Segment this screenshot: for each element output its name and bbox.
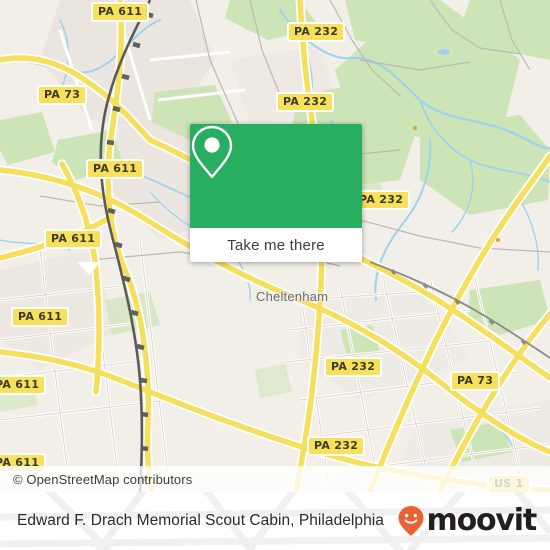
road-shield[interactable]: PA 232 (307, 436, 366, 456)
road-shield[interactable]: PA 611 (0, 375, 47, 395)
road-shield[interactable]: PA 611 (91, 2, 150, 22)
road-shield[interactable]: PA 73 (37, 85, 88, 105)
popup-tail (77, 262, 101, 275)
take-me-there-label: Take me there (227, 236, 325, 254)
road-shield[interactable]: PA 73 (450, 371, 501, 391)
road-shield[interactable]: PA 611 (11, 307, 70, 327)
road-shield[interactable]: PA 232 (324, 357, 383, 377)
road-shield[interactable]: PA 611 (86, 159, 145, 179)
popup-header (190, 124, 362, 228)
moovit-brand[interactable]: moovit (397, 503, 538, 538)
moovit-map-screenshot: PA 611 PA 232 PA 73 PA 232 PA 611 PA 232… (0, 0, 550, 550)
map-canvas[interactable]: PA 611 PA 232 PA 73 PA 232 PA 611 PA 232… (0, 0, 550, 492)
map-attribution: © OpenStreetMap contributors (0, 466, 550, 492)
footer-bar: Edward F. Drach Memorial Scout Cabin, Ph… (0, 492, 550, 550)
moovit-wordmark: moovit (426, 503, 538, 538)
map-pin-icon (191, 125, 298, 204)
moovit-pin-smile-icon (397, 505, 425, 537)
place-label-cheltenham: Cheltenham (256, 289, 329, 304)
location-popup[interactable]: Take me there (190, 124, 362, 262)
road-shield[interactable]: PA 611 (44, 229, 103, 249)
place-title: Edward F. Drach Memorial Scout Cabin, Ph… (17, 512, 384, 529)
popup-footer[interactable]: Take me there (190, 228, 362, 262)
road-shield[interactable]: PA 232 (276, 92, 335, 112)
attribution-text: © OpenStreetMap contributors (13, 471, 193, 487)
road-shield[interactable]: PA 232 (287, 22, 346, 42)
